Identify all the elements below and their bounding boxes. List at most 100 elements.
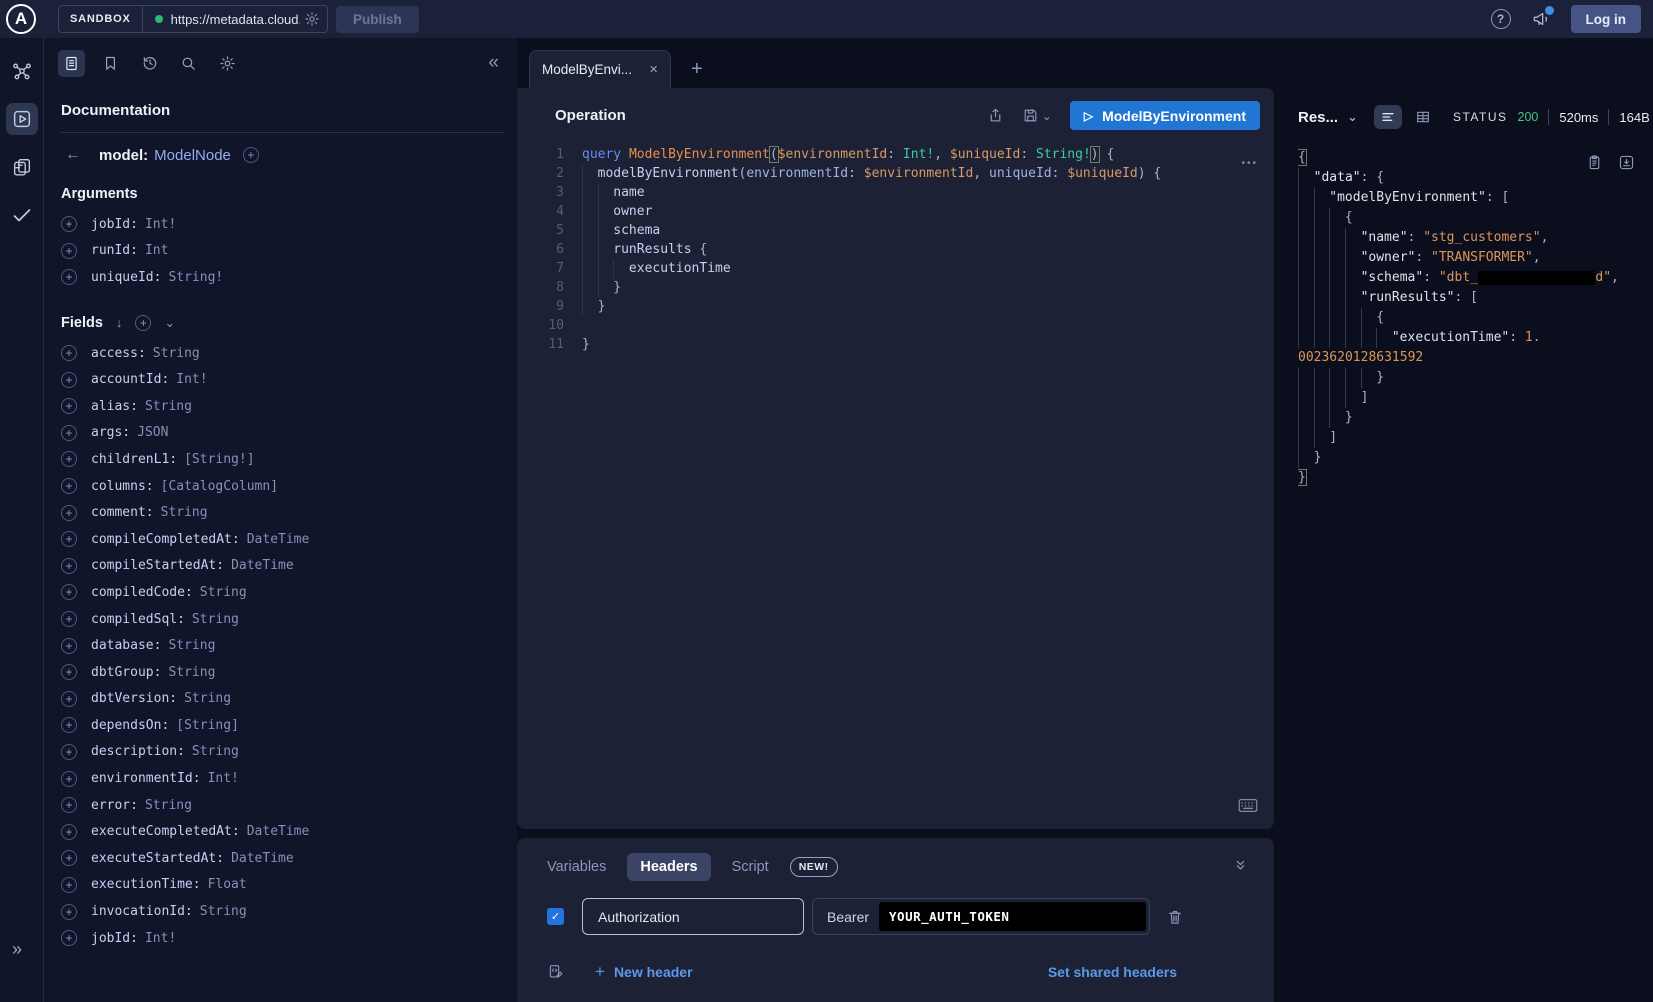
field-row[interactable]: +alias:String: [61, 393, 505, 420]
argument-row[interactable]: +runId:Int: [61, 238, 505, 265]
checks-icon[interactable]: [6, 199, 38, 231]
set-shared-headers-link[interactable]: Set shared headers: [1048, 964, 1177, 980]
add-to-query-icon[interactable]: +: [61, 243, 77, 259]
announcements-megaphone-icon[interactable]: [1531, 9, 1551, 29]
sort-fields-icon[interactable]: ↓: [116, 315, 123, 330]
graphql-editor[interactable]: 1query ModelByEnvironment($environmentId…: [517, 145, 1274, 829]
field-row[interactable]: +invocationId:String: [61, 898, 505, 925]
field-row[interactable]: +executeCompletedAt:DateTime: [61, 818, 505, 845]
add-to-query-icon[interactable]: +: [61, 584, 77, 600]
add-to-query-icon[interactable]: +: [61, 398, 77, 414]
field-row[interactable]: +compileStartedAt:DateTime: [61, 553, 505, 580]
schema-graph-icon[interactable]: [6, 55, 38, 87]
add-to-query-icon[interactable]: +: [61, 425, 77, 441]
field-row[interactable]: +database:String: [61, 632, 505, 659]
add-to-query-icon[interactable]: +: [61, 531, 77, 547]
argument-row[interactable]: +uniqueId:String!: [61, 264, 505, 291]
new-header-button[interactable]: + New header: [595, 962, 693, 982]
field-row[interactable]: +jobId:Int!: [61, 925, 505, 952]
add-to-query-icon[interactable]: +: [61, 877, 77, 893]
search-icon[interactable]: [175, 50, 202, 77]
field-row[interactable]: +executeStartedAt:DateTime: [61, 845, 505, 872]
response-dropdown-chevron-icon[interactable]: ⌄: [1347, 109, 1358, 125]
help-icon[interactable]: ?: [1491, 9, 1511, 29]
field-row[interactable]: +columns:[CatalogColumn]: [61, 473, 505, 500]
add-to-query-icon[interactable]: +: [61, 372, 77, 388]
login-button[interactable]: Log in: [1571, 5, 1642, 33]
tab-headers[interactable]: Headers: [627, 853, 710, 881]
model-type-link[interactable]: ModelNode: [154, 147, 231, 164]
field-row[interactable]: +args:JSON: [61, 420, 505, 447]
add-to-query-icon[interactable]: +: [61, 269, 77, 285]
add-to-query-icon[interactable]: +: [61, 930, 77, 946]
delete-header-icon[interactable]: [1166, 908, 1184, 926]
field-row[interactable]: +childrenL1:[String!]: [61, 446, 505, 473]
operation-tab[interactable]: ModelByEnvi... ×: [529, 50, 671, 88]
field-row[interactable]: +compiledSql:String: [61, 606, 505, 633]
changelog-icon[interactable]: [6, 151, 38, 183]
raw-view-icon[interactable]: [1374, 105, 1402, 129]
share-operation-icon[interactable]: [987, 107, 1004, 124]
add-to-query-icon[interactable]: +: [61, 505, 77, 521]
auth-token-value[interactable]: YOUR_AUTH_TOKEN: [879, 902, 1146, 931]
collapse-panel-chevrons-icon[interactable]: [1233, 858, 1248, 873]
add-to-query-icon[interactable]: +: [61, 216, 77, 232]
expand-rail-chevrons[interactable]: »: [12, 940, 22, 958]
editor-more-menu-icon[interactable]: •••: [1241, 158, 1258, 169]
tab-script[interactable]: Script: [732, 859, 769, 875]
back-arrow-icon[interactable]: ←: [65, 146, 83, 164]
add-to-query-icon[interactable]: +: [61, 558, 77, 574]
download-response-icon[interactable]: [1618, 154, 1635, 171]
argument-row[interactable]: +jobId:Int!: [61, 211, 505, 238]
endpoint-url-group[interactable]: SANDBOX https://metadata.cloud.get: [58, 5, 328, 33]
apollo-logo[interactable]: A: [6, 4, 36, 34]
header-enabled-checkbox[interactable]: ✓: [547, 908, 564, 925]
add-to-query-icon[interactable]: +: [61, 611, 77, 627]
new-tab-button[interactable]: +: [691, 59, 703, 79]
add-to-query-icon[interactable]: +: [61, 691, 77, 707]
field-row[interactable]: +description:String: [61, 739, 505, 766]
field-row[interactable]: +executionTime:Float: [61, 872, 505, 899]
history-icon[interactable]: [136, 50, 163, 77]
response-dropdown-label[interactable]: Res...: [1298, 109, 1338, 126]
field-row[interactable]: +accountId:Int!: [61, 366, 505, 393]
add-to-query-icon[interactable]: +: [61, 717, 77, 733]
endpoint-settings-gear-icon[interactable]: [304, 11, 320, 27]
close-tab-icon[interactable]: ×: [649, 61, 658, 78]
add-all-fields-icon[interactable]: +: [135, 315, 151, 331]
settings-gear-icon[interactable]: [214, 50, 241, 77]
response-json[interactable]: {"data": {"modelByEnvironment": [{"name"…: [1298, 148, 1635, 488]
add-to-query-icon[interactable]: +: [61, 904, 77, 920]
field-row[interactable]: +compileCompletedAt:DateTime: [61, 526, 505, 553]
save-options-chevron-icon[interactable]: ⌄: [1042, 109, 1052, 123]
add-to-query-icon[interactable]: +: [61, 850, 77, 866]
add-model-to-query-icon[interactable]: +: [243, 147, 259, 163]
endpoint-url-input[interactable]: https://metadata.cloud.get: [171, 12, 300, 27]
add-to-query-icon[interactable]: +: [61, 744, 77, 760]
copy-response-icon[interactable]: [1586, 154, 1603, 171]
field-row[interactable]: +dbtGroup:String: [61, 659, 505, 686]
field-row[interactable]: +access:String: [61, 340, 505, 367]
field-row[interactable]: +environmentId:Int!: [61, 765, 505, 792]
field-row[interactable]: +error:String: [61, 792, 505, 819]
add-to-query-icon[interactable]: +: [61, 771, 77, 787]
field-row[interactable]: +comment:String: [61, 499, 505, 526]
add-to-query-icon[interactable]: +: [61, 638, 77, 654]
field-row[interactable]: +dependsOn:[String]: [61, 712, 505, 739]
table-view-icon[interactable]: [1409, 105, 1437, 129]
add-to-query-icon[interactable]: +: [61, 345, 77, 361]
add-to-query-icon[interactable]: +: [61, 478, 77, 494]
edit-headers-as-json-icon[interactable]: [547, 963, 565, 981]
explorer-icon[interactable]: [6, 103, 38, 135]
documentation-tab-icon[interactable]: [58, 50, 85, 77]
tab-variables[interactable]: Variables: [547, 859, 606, 875]
bookmarks-icon[interactable]: [97, 50, 124, 77]
header-key-input[interactable]: Authorization: [582, 898, 804, 935]
save-operation-icon[interactable]: ⌄: [1022, 107, 1052, 124]
keyboard-shortcuts-icon[interactable]: [1238, 798, 1258, 813]
add-to-query-icon[interactable]: +: [61, 451, 77, 467]
add-to-query-icon[interactable]: +: [61, 664, 77, 680]
field-row[interactable]: +dbtVersion:String: [61, 686, 505, 713]
header-value-input[interactable]: Bearer YOUR_AUTH_TOKEN: [812, 898, 1150, 935]
fields-options-chevron-icon[interactable]: ⌄: [164, 315, 175, 331]
